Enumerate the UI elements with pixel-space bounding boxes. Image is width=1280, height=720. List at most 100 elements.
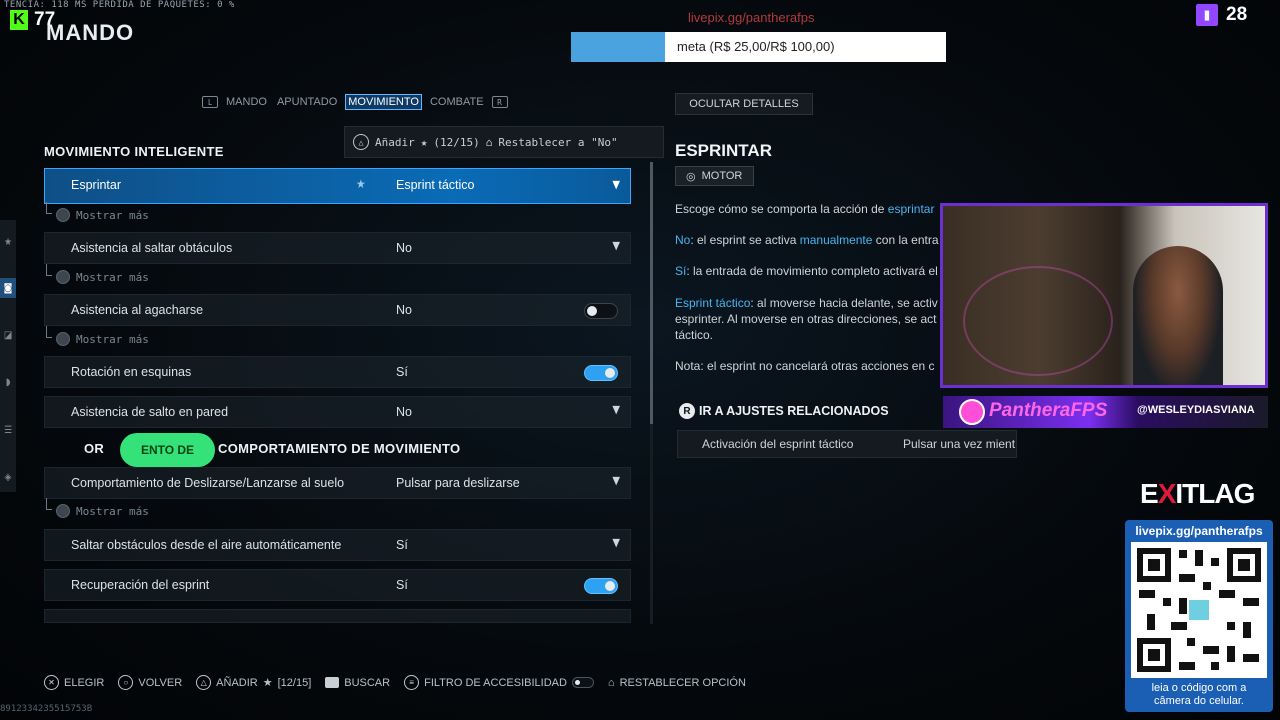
prompt-choose[interactable]: ✕ ELEGIR [44, 675, 104, 690]
add-favorite-label[interactable]: Añadir [375, 136, 415, 149]
setting-row-esprintar[interactable]: Esprintar ★ Esprint táctico ▼ [44, 168, 631, 204]
setting-row-auto-air-vault[interactable]: Saltar obstáculos desde el aire automáti… [44, 529, 631, 561]
panther-logo-icon [959, 399, 985, 425]
setting-row-wall-jump-assist[interactable]: Asistencia de salto en pared No ▼ [44, 396, 631, 428]
qr-url: livepix.gg/pantherafps [1135, 524, 1263, 538]
related-setting-row[interactable]: Activación del esprint táctico Pulsar un… [677, 430, 1017, 458]
setting-row-corner-rotation[interactable]: Rotación en esquinas Sí [44, 356, 631, 388]
motor-icon: ◎ [686, 170, 696, 183]
settings-tabs: L MANDO APUNTADO MOVIMIENTO COMBATE R [202, 94, 508, 110]
streamer-brand-bar: PantheraFPS @WESLEYDIASVIANA [943, 396, 1268, 428]
detail-description-3: Sí: la entrada de movimiento completo ac… [675, 264, 938, 278]
bumper-right-icon[interactable]: R [491, 96, 508, 108]
circle-button-icon: ○ [118, 675, 134, 690]
setting-row-partial[interactable] [44, 609, 631, 623]
chevron-down-icon[interactable]: ▼ [612, 239, 620, 252]
show-more-label: Mostrar más [76, 504, 149, 518]
setting-value: Sí [396, 578, 408, 592]
touchpad-icon [325, 677, 340, 688]
related-settings-title[interactable]: R IR A AJUSTES RELACIONADOS [679, 403, 889, 419]
accessibility-toggle [571, 677, 594, 688]
prompt-accessibility-filter[interactable]: ≡ FILTRO DE ACCESIBILIDAD [404, 675, 594, 690]
favorites-star-icon[interactable]: ★ [0, 232, 16, 252]
setting-value: No [396, 303, 412, 317]
setting-value: Esprint táctico [396, 178, 475, 192]
show-more[interactable]: Mostrar más [46, 264, 149, 284]
side-category-strip [0, 220, 16, 492]
toggle-switch[interactable] [584, 365, 618, 381]
stream-alert-badge: ENTO DE [120, 433, 215, 467]
scrollbar-thumb[interactable] [650, 162, 653, 424]
detail-description-4: Esprint táctico: al moverse hacia delant… [675, 296, 938, 310]
controller-icon[interactable]: ◙ [0, 278, 16, 298]
prompt-back[interactable]: ○ VOLVER [118, 675, 182, 690]
show-more-label: Mostrar más [76, 270, 149, 284]
donate-url: livepix.gg/pantherafps [688, 10, 815, 25]
show-more[interactable]: Mostrar más [46, 326, 149, 346]
account-icon[interactable]: ☰ [0, 420, 16, 440]
build-id: 8912334235515753B [0, 704, 93, 714]
page-title: MANDO [46, 20, 135, 45]
webcam-feed [940, 203, 1268, 388]
favorite-star-icon[interactable]: ★ [356, 177, 366, 191]
setting-label: Esprintar [71, 178, 122, 192]
detail-description-2: No: el esprint se activa manualmente con… [675, 233, 939, 247]
detail-description-1: Escoge cómo se comporta la acción de esp… [675, 202, 935, 216]
chevron-down-icon[interactable]: ▼ [612, 403, 620, 416]
donation-goal-fill [571, 32, 665, 62]
setting-label: Recuperación del esprint [71, 578, 210, 592]
tab-apuntado[interactable]: APUNTADO [275, 94, 339, 110]
setting-row-slide-behavior[interactable]: Comportamiento de Deslizarse/Lanzarse al… [44, 467, 631, 499]
prompt-reset-option[interactable]: ⌂ RESTABLECER OPCIÓN [608, 677, 746, 689]
detail-title: ESPRINTAR [675, 141, 772, 160]
button-prompt-bar: ✕ ELEGIR ○ VOLVER △ AÑADIR ★ [12/15] BUSCAR ≡… [44, 675, 746, 690]
cross-button-icon: ✕ [44, 675, 59, 690]
setting-row-sprint-recovery[interactable]: Recuperación del esprint Sí [44, 569, 631, 601]
setting-row-crouch-assist[interactable]: Asistencia al agacharse No [44, 294, 631, 326]
chevron-down-icon[interactable]: ▼ [612, 178, 620, 191]
options-button-icon: ≡ [404, 675, 420, 690]
prompt-search[interactable]: BUSCAR [325, 677, 390, 689]
network-icon[interactable]: ◈ [0, 467, 16, 487]
detail-description-5: esprinter. Al moverse en otras direccion… [675, 312, 937, 326]
setting-label: Asistencia al agacharse [71, 303, 204, 317]
show-more[interactable]: Mostrar más [46, 498, 149, 518]
show-more[interactable]: Mostrar más [46, 202, 149, 222]
section-smart-movement: MOVIMIENTO INTELIGENTE [44, 144, 224, 159]
show-more-icon [56, 504, 70, 518]
setting-row-vault-assist[interactable]: Asistencia al saltar obtáculos No ▼ [44, 232, 631, 264]
related-setting-label: Activación del esprint táctico [702, 437, 854, 451]
audio-icon[interactable]: ◗ [0, 372, 16, 392]
related-setting-value: Pulsar una vez mient [903, 437, 1016, 451]
reset-icon: ⌂ [485, 135, 493, 149]
show-more-label: Mostrar más [76, 208, 149, 222]
tab-combate[interactable]: COMBATE [428, 94, 486, 110]
detail-note: Nota: el esprint no cancelará otras acci… [675, 359, 935, 373]
chevron-down-icon[interactable]: ▼ [612, 474, 620, 487]
bumper-left-icon[interactable]: L [202, 96, 218, 108]
section-movement-behavior: COMPORTAMIENTO DE MOVIMIENTO [218, 441, 461, 456]
chevron-down-icon[interactable]: ▼ [612, 536, 620, 549]
tab-movimiento[interactable]: MOVIMIENTO [345, 94, 422, 110]
donation-goal-text: meta (R$ 25,00/R$ 100,00) [677, 39, 835, 54]
star-icon: ★ [262, 677, 273, 689]
toggle-switch[interactable] [584, 303, 618, 319]
toggle-switch[interactable] [584, 578, 618, 594]
tab-mando[interactable]: MANDO [224, 94, 269, 110]
kick-icon: K [10, 10, 28, 30]
show-more-label: Mostrar más [76, 332, 149, 346]
favorites-bar: △ Añadir ★ (12/15) ⌂ Restablecer a "No" [344, 126, 664, 158]
twitch-viewer-count: ▮ 28 [1196, 4, 1247, 26]
sponsor-logo: EXITLAG [1140, 478, 1255, 509]
triangle-button-icon: △ [196, 675, 212, 690]
section-prefix: OR [84, 441, 105, 456]
interface-icon[interactable]: ◪ [0, 325, 16, 345]
star-icon: ★ [420, 135, 428, 149]
qr-caption: leia o código com a câmera do celular. [1151, 682, 1247, 707]
hide-details-button[interactable]: OCULTAR DETALLES [675, 93, 813, 115]
setting-value: Sí [396, 365, 408, 379]
webcam-light-decor [963, 266, 1113, 376]
show-more-icon [56, 332, 70, 346]
reset-label[interactable]: Restablecer a "No" [498, 136, 617, 149]
prompt-add[interactable]: △ AÑADIR ★ [12/15] [196, 675, 311, 690]
